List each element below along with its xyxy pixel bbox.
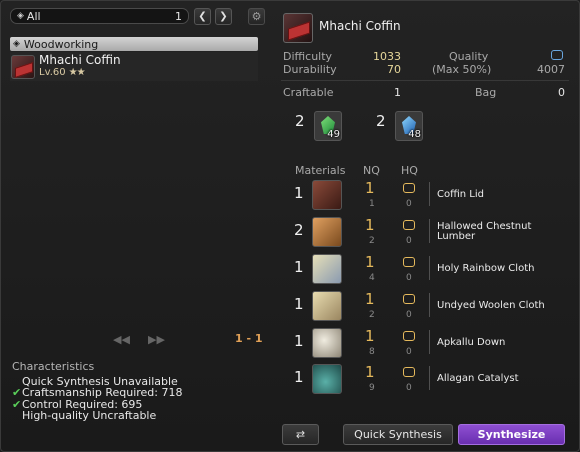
material-name: Allagan Catalyst <box>437 373 519 384</box>
crystal-multiplier: 2 <box>376 112 386 130</box>
filter-page-number: 1 <box>175 9 182 23</box>
gear-icon: ⚙ <box>251 10 262 23</box>
quality-label: Quality <box>449 50 489 63</box>
category-label: Woodworking <box>23 37 99 51</box>
hq-toggle-checkbox[interactable] <box>551 50 563 60</box>
durability-value: 70 <box>387 63 401 76</box>
hq-checkbox[interactable] <box>403 331 415 341</box>
material-row[interactable]: 1 1 4 0 Holy Rainbow Cloth <box>281 252 571 286</box>
material-row[interactable]: 1 1 1 0 Coffin Lid <box>281 178 571 212</box>
crystal-count: 49 <box>327 129 340 140</box>
hq-checkbox[interactable] <box>403 183 415 193</box>
characteristic-line: High-quality Uncraftable <box>22 409 157 422</box>
water-crystal-icon[interactable]: 48 <box>395 111 423 141</box>
recipe-tree-icon: ⇄ <box>295 428 306 441</box>
recipe-level-value: Lv.60 <box>39 67 66 78</box>
hq-checkbox[interactable] <box>403 257 415 267</box>
coffin-icon[interactable] <box>283 13 313 43</box>
divider <box>281 80 569 81</box>
down-feather-icon[interactable] <box>312 328 342 358</box>
materials-column-header: Materials <box>295 164 346 177</box>
bag-value: 0 <box>558 86 565 99</box>
recipe-list-item[interactable]: Mhachi Coffin Lv.60 ★★ <box>10 52 258 81</box>
diamond-icon: ◈ <box>17 11 24 21</box>
durability-label: Durability <box>283 63 337 76</box>
crafting-log-window: ◈ All 1 ❮ ❯ ⚙ ◈ Woodworking Mhachi Coffi… <box>0 0 580 452</box>
wind-crystal-icon[interactable]: 49 <box>314 111 342 141</box>
pager-last-button[interactable]: ▶▶ <box>148 333 165 346</box>
item-name: Mhachi Coffin <box>319 19 401 33</box>
craftable-value: 1 <box>394 86 401 99</box>
woolen-cloth-icon[interactable] <box>312 291 342 321</box>
lumber-icon[interactable] <box>312 217 342 247</box>
difficulty-label: Difficulty <box>283 50 333 63</box>
recipe-tree-button[interactable]: ⇄ <box>282 424 319 445</box>
material-row[interactable]: 1 1 2 0 Undyed Woolen Cloth <box>281 289 571 323</box>
coffin-lid-icon[interactable] <box>312 180 342 210</box>
filter-label: All <box>26 9 41 23</box>
recipe-name: Mhachi Coffin <box>39 53 121 67</box>
difficulty-value: 1033 <box>373 50 401 63</box>
material-name: Undyed Woolen Cloth <box>437 300 545 311</box>
settings-button[interactable]: ⚙ <box>248 8 265 25</box>
quick-synthesis-button[interactable]: Quick Synthesis <box>343 424 453 445</box>
star-rating: ★★ <box>68 67 86 78</box>
material-row[interactable]: 1 1 8 0 Apkallu Down <box>281 326 571 360</box>
hq-checkbox[interactable] <box>403 367 415 377</box>
material-name: Coffin Lid <box>437 189 484 200</box>
previous-page-button[interactable]: ❮ <box>194 8 211 25</box>
crystal-multiplier: 2 <box>295 112 305 130</box>
nq-column-header: NQ <box>363 164 380 177</box>
hq-checkbox[interactable] <box>403 220 415 230</box>
catalyst-icon[interactable] <box>312 364 342 394</box>
material-name: Holy Rainbow Cloth <box>437 263 535 274</box>
quality-value: 4007 <box>537 63 565 76</box>
material-row[interactable]: 2 1 2 0 Hallowed Chestnut Lumber <box>281 215 571 249</box>
bag-label: Bag <box>475 86 497 99</box>
material-name: Apkallu Down <box>437 337 506 348</box>
diamond-icon: ◈ <box>13 39 20 49</box>
pager-first-button[interactable]: ◀◀ <box>113 333 130 346</box>
craftable-label: Craftable <box>283 86 334 99</box>
material-name: Hallowed Chestnut Lumber <box>437 221 532 242</box>
chevron-left-icon: ❮ <box>198 11 207 22</box>
recipe-filter-dropdown[interactable]: ◈ All 1 <box>10 8 189 24</box>
recipe-level: Lv.60 ★★ <box>39 67 121 79</box>
quality-max: (Max 50%) <box>432 63 492 76</box>
next-page-button[interactable]: ❯ <box>215 8 232 25</box>
material-row[interactable]: 1 1 9 0 Allagan Catalyst <box>281 362 571 396</box>
synthesize-button[interactable]: Synthesize <box>458 424 565 445</box>
hq-checkbox[interactable] <box>403 294 415 304</box>
hq-column-header: HQ <box>401 164 418 177</box>
page-indicator: 1 - 1 <box>235 332 263 345</box>
category-header[interactable]: ◈ Woodworking <box>10 37 258 51</box>
coffin-icon <box>11 54 35 79</box>
cloth-icon[interactable] <box>312 254 342 284</box>
crystal-count: 48 <box>408 129 421 140</box>
characteristics-title: Characteristics <box>12 360 95 373</box>
chevron-right-icon: ❯ <box>219 11 228 22</box>
